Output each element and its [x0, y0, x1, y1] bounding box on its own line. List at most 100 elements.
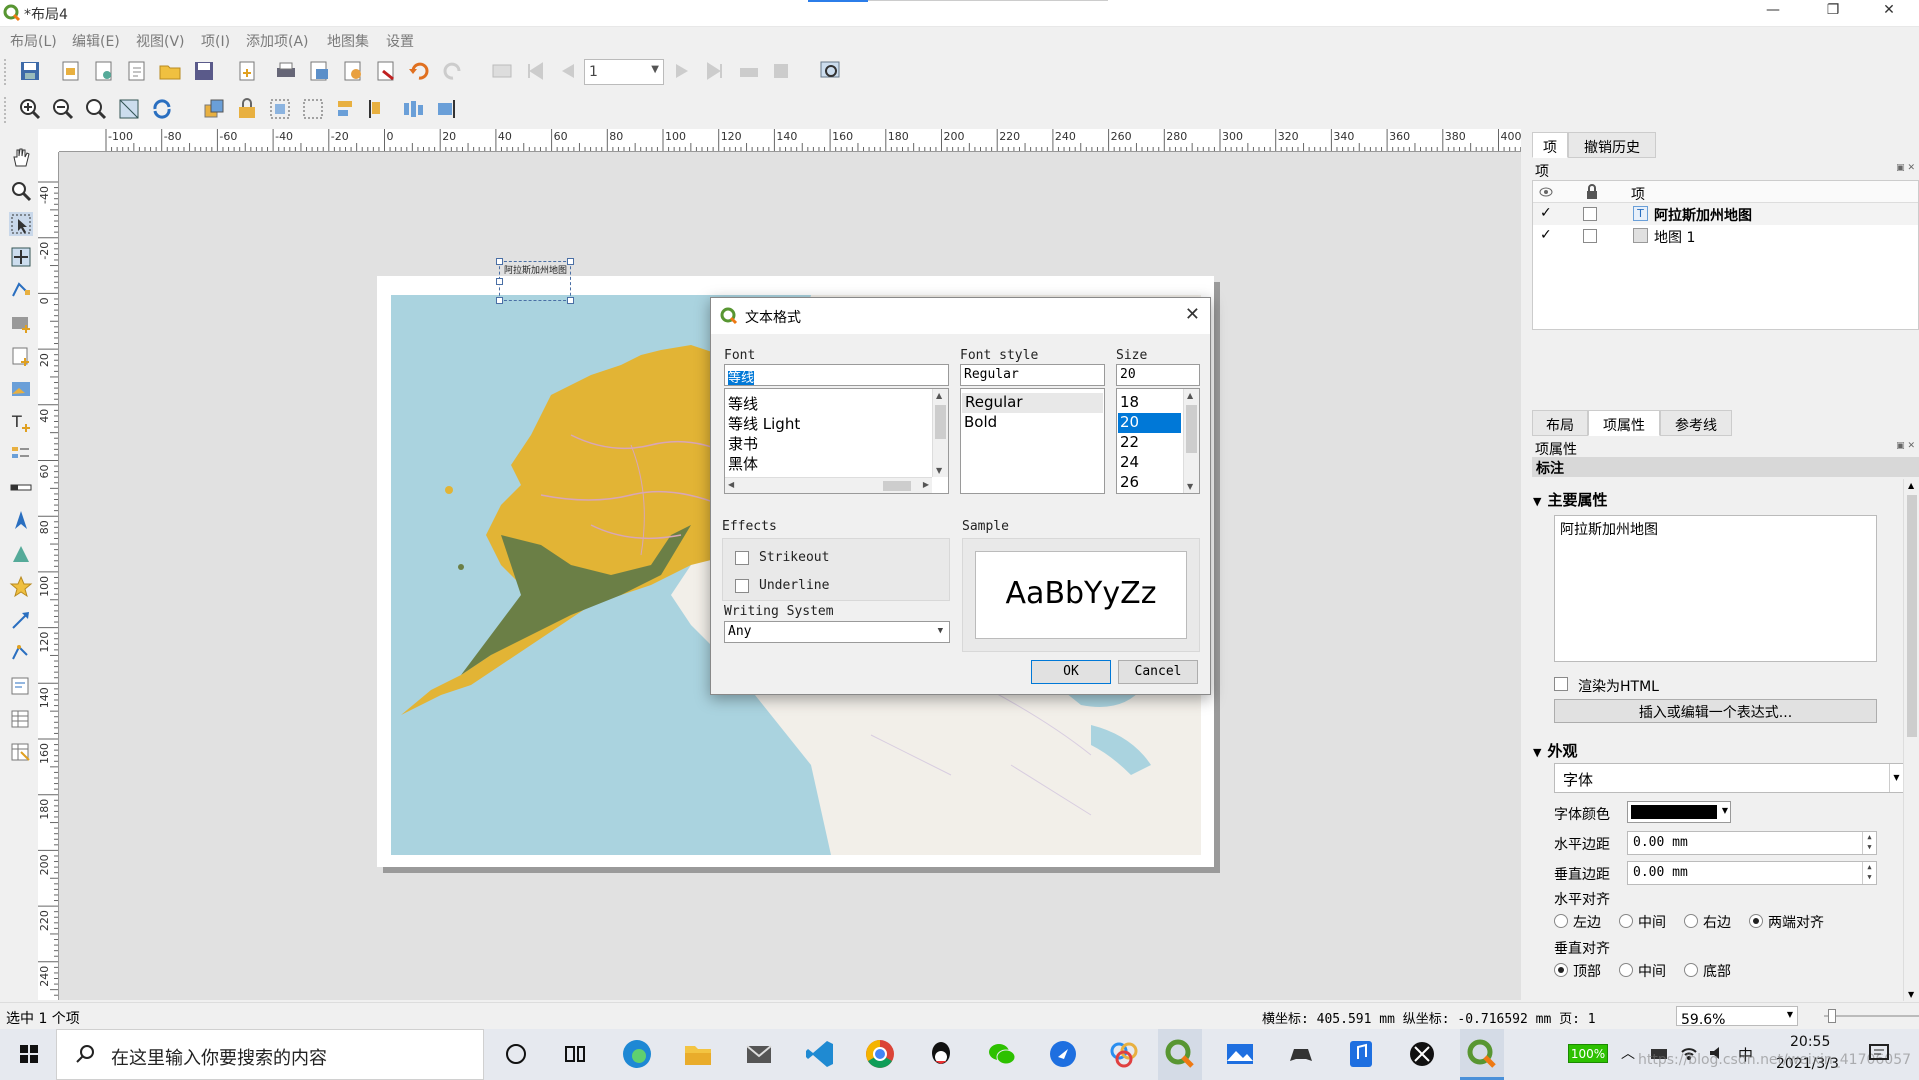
add-fixed-table-icon[interactable]: [9, 740, 33, 764]
export-pdf-icon[interactable]: [374, 59, 398, 83]
menu-view[interactable]: 视图(V): [136, 31, 185, 51]
export-svg-icon[interactable]: [341, 59, 365, 83]
scroll-left-icon[interactable]: ◀: [728, 480, 734, 489]
pan-icon[interactable]: [9, 146, 33, 170]
visibility-checkbox[interactable]: ✓: [1540, 227, 1552, 243]
group-items-icon[interactable]: [268, 97, 292, 121]
tab-undo-history[interactable]: 撤销历史: [1568, 132, 1656, 158]
menu-layout[interactable]: 布局(L): [10, 31, 57, 51]
chrome-icon[interactable]: [863, 1037, 897, 1071]
menu-add-item[interactable]: 添加项(A): [246, 31, 309, 51]
add-arrow-icon[interactable]: [9, 608, 33, 632]
add-north-arrow-icon[interactable]: [9, 509, 33, 533]
qq-icon[interactable]: [924, 1037, 958, 1071]
add-pages-icon[interactable]: [235, 59, 259, 83]
add-node-item-icon[interactable]: [9, 641, 33, 665]
ok-button[interactable]: OK: [1031, 660, 1111, 684]
size-list-item-selected[interactable]: 20: [1118, 413, 1181, 433]
scroll-thumb[interactable]: [883, 481, 911, 491]
distribute-items-icon[interactable]: [401, 97, 425, 121]
qgis-taskbar-icon[interactable]: [1465, 1037, 1499, 1071]
redo-icon[interactable]: [441, 59, 465, 83]
scroll-thumb[interactable]: [1186, 405, 1197, 453]
zoom-slider-track[interactable]: [1824, 1015, 1919, 1017]
menu-item[interactable]: 项(I): [201, 31, 230, 51]
menu-edit[interactable]: 编辑(E): [72, 31, 120, 51]
font-input[interactable]: 等线: [724, 364, 949, 386]
layout-manager-icon[interactable]: [125, 59, 149, 83]
lock-checkbox[interactable]: [1583, 229, 1597, 243]
zoom-in-icon[interactable]: [18, 97, 42, 121]
taskbar-search-box[interactable]: 在这里输入你要搜索的内容: [56, 1029, 484, 1080]
first-feature-icon[interactable]: [523, 59, 547, 83]
last-feature-icon[interactable]: [703, 59, 727, 83]
duplicate-layout-icon[interactable]: [92, 59, 116, 83]
maximize-button[interactable]: ❐: [1810, 2, 1856, 24]
font-button[interactable]: 字体 ▼: [1554, 763, 1904, 793]
add-html-icon[interactable]: [9, 674, 33, 698]
scroll-up-icon[interactable]: ▲: [936, 391, 942, 400]
lock-checkbox[interactable]: [1583, 207, 1597, 221]
resize-handle[interactable]: [567, 258, 574, 265]
zoom-full-icon[interactable]: [117, 97, 141, 121]
undo-icon[interactable]: [407, 59, 431, 83]
raise-items-icon[interactable]: [202, 97, 226, 121]
photos-icon[interactable]: [1223, 1037, 1257, 1071]
refresh-icon[interactable]: [150, 97, 174, 121]
previous-feature-icon[interactable]: [556, 59, 580, 83]
font-list[interactable]: 等线 等线 Light 隶书 黑体 ▲ ▼ ◀ ▶: [724, 388, 949, 494]
writing-system-select[interactable]: Any ▼: [724, 621, 950, 643]
dialog-close-icon[interactable]: ✕: [1185, 304, 1200, 325]
print-icon[interactable]: [274, 59, 298, 83]
resize-items-icon[interactable]: [434, 97, 458, 121]
h-align-justify-radio[interactable]: [1749, 914, 1763, 928]
next-feature-icon[interactable]: [670, 59, 694, 83]
align-left-icon[interactable]: [367, 97, 391, 121]
move-content-icon[interactable]: [9, 245, 33, 269]
edit-nodes-icon[interactable]: [9, 278, 33, 302]
font-list-item[interactable]: 等线: [728, 393, 758, 413]
font-style-list-item[interactable]: Regular: [962, 393, 1103, 413]
edge-icon[interactable]: [620, 1037, 654, 1071]
selected-label-item[interactable]: 阿拉斯加州地图: [496, 258, 574, 304]
select-move-icon[interactable]: [9, 212, 33, 236]
underline-checkbox[interactable]: [735, 579, 749, 593]
label-text-area[interactable]: 阿拉斯加州地图: [1554, 515, 1877, 662]
h-margin-input[interactable]: 0.00 mm ▲ ▼: [1627, 831, 1877, 855]
spin-buttons-icon[interactable]: ▲ ▼: [1862, 832, 1876, 854]
render-html-checkbox[interactable]: [1554, 677, 1568, 691]
strikeout-checkbox[interactable]: [735, 551, 749, 565]
save-icon[interactable]: [18, 59, 42, 83]
font-list-item[interactable]: 隶书: [728, 433, 758, 453]
open-template-icon[interactable]: [158, 59, 182, 83]
resize-handle[interactable]: [496, 258, 503, 265]
horizontal-ruler[interactable]: -100 -80 -60 -40 -20 0 20 40 60 80 100 120 140 160 180…: [59, 129, 1521, 152]
cancel-button[interactable]: Cancel: [1118, 660, 1198, 684]
add-picture-icon[interactable]: [9, 377, 33, 401]
add-label-icon[interactable]: T: [9, 410, 33, 434]
font-list-item[interactable]: 黑体: [728, 453, 758, 473]
v-margin-input[interactable]: 0.00 mm ▲ ▼: [1627, 861, 1877, 885]
size-list-item[interactable]: 18: [1120, 393, 1139, 413]
xbox-icon[interactable]: [1405, 1037, 1439, 1071]
wechat-icon[interactable]: [985, 1037, 1019, 1071]
print-atlas-icon[interactable]: [737, 59, 761, 83]
scroll-down-icon[interactable]: ▼: [1908, 990, 1914, 999]
chevron-down-icon[interactable]: ▼: [1889, 764, 1903, 792]
save-template-icon[interactable]: [192, 59, 216, 83]
item-row-label[interactable]: ✓ T 阿拉斯加州地图: [1533, 203, 1918, 225]
main-properties-header[interactable]: ▼ 主要属性: [1533, 489, 1903, 510]
tab-items[interactable]: 项: [1532, 132, 1568, 158]
item-row-map[interactable]: ✓ 地图 1: [1533, 225, 1918, 247]
export-image-icon[interactable]: [307, 59, 331, 83]
font-color-button[interactable]: ▼: [1627, 801, 1731, 823]
vertical-ruler[interactable]: -40 -20 0 20 40 60 80 100 120 140 160 180 200 220 240: [38, 152, 59, 1000]
appearance-header[interactable]: ▼ 外观: [1533, 740, 1903, 761]
tab-layout[interactable]: 布局: [1532, 410, 1588, 436]
scroll-up-icon[interactable]: ▲: [1187, 391, 1193, 400]
task-view-icon[interactable]: [558, 1037, 592, 1071]
dock-buttons-icon[interactable]: ▣ ✕: [1896, 163, 1915, 173]
insert-expression-button[interactable]: 插入或编辑一个表达式...: [1554, 699, 1877, 723]
size-list-item[interactable]: 26: [1120, 473, 1139, 493]
add-3d-map-icon[interactable]: [9, 344, 33, 368]
